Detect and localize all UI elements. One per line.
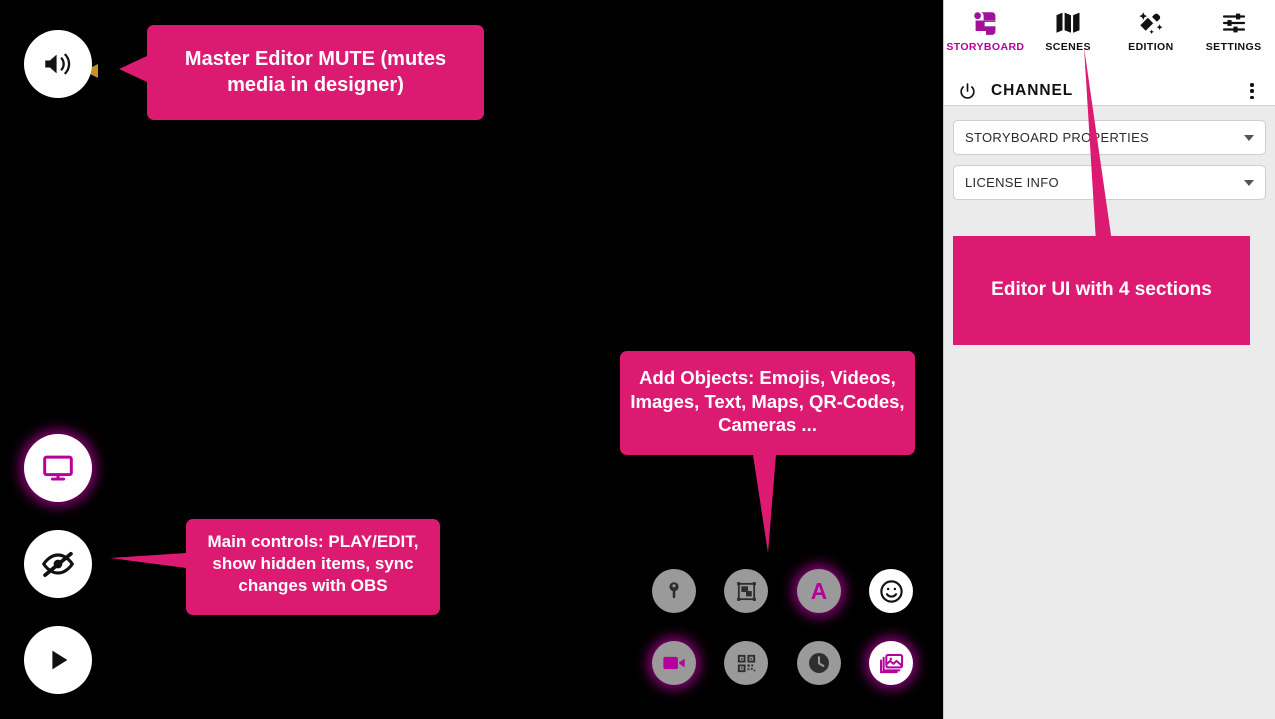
- callout-add-objects: Add Objects: Emojis, Videos, Images, Tex…: [620, 351, 915, 553]
- magic-pencil-icon: [1137, 8, 1164, 38]
- power-icon[interactable]: [958, 82, 977, 101]
- speaker-icon: [41, 47, 75, 81]
- svg-text:A: A: [811, 578, 827, 604]
- clock-icon: [806, 650, 832, 676]
- callout-editor-ui-tail: [1084, 47, 1112, 242]
- qr-code-icon: [735, 652, 758, 675]
- display-preview-button[interactable]: [24, 434, 92, 502]
- tab-settings[interactable]: SETTINGS: [1192, 8, 1275, 53]
- text-a-icon: A: [806, 578, 832, 604]
- play-button[interactable]: [24, 626, 92, 694]
- callout-add-objects-text: Add Objects: Emojis, Videos, Images, Tex…: [630, 367, 905, 436]
- images-icon: [878, 650, 905, 677]
- emoji-icon: [878, 578, 905, 605]
- add-image-button[interactable]: [869, 641, 913, 685]
- tab-edition-label: EDITION: [1128, 41, 1174, 53]
- add-clock-button[interactable]: [797, 641, 841, 685]
- callout-main-controls: Main controls: PLAY/EDIT, show hidden it…: [110, 519, 440, 615]
- designer-canvas[interactable]: A Master Editor MUTE (mutes media in des…: [0, 0, 943, 719]
- monitor-icon: [41, 451, 75, 485]
- tab-storyboard-label: STORYBOARD: [946, 41, 1025, 53]
- eye-off-icon: [40, 546, 76, 582]
- shapes-icon: [735, 580, 758, 603]
- chevron-down-icon: [1244, 179, 1254, 186]
- add-emoji-button[interactable]: [869, 569, 913, 613]
- add-shape-button[interactable]: [724, 569, 768, 613]
- map-folded-icon: [1054, 8, 1082, 38]
- callout-editor-ui: Editor UI with 4 sections: [953, 236, 1250, 345]
- callout-master-mute-text: Master Editor MUTE (mutes media in desig…: [184, 48, 447, 96]
- callout-tail: [752, 455, 776, 553]
- add-map-button[interactable]: [652, 569, 696, 613]
- show-hidden-button[interactable]: [24, 530, 92, 598]
- map-pin-icon: [663, 580, 685, 602]
- add-qr-button[interactable]: [724, 641, 768, 685]
- scroll-icon: [970, 8, 1000, 38]
- add-text-button[interactable]: A: [797, 569, 841, 613]
- master-mute-button[interactable]: [24, 30, 92, 98]
- video-camera-icon: [661, 650, 687, 676]
- callout-tail: [119, 56, 147, 82]
- chevron-down-icon: [1244, 134, 1254, 141]
- kebab-menu-icon[interactable]: [1243, 81, 1261, 101]
- add-video-button[interactable]: [652, 641, 696, 685]
- sliders-icon: [1220, 8, 1248, 38]
- tab-settings-label: SETTINGS: [1205, 41, 1262, 53]
- tab-storyboard[interactable]: STORYBOARD: [944, 8, 1027, 53]
- callout-master-mute: Master Editor MUTE (mutes media in desig…: [119, 25, 484, 120]
- callout-editor-ui-text: Editor UI with 4 sections: [991, 279, 1212, 301]
- callout-main-controls-text: Main controls: PLAY/EDIT, show hidden it…: [207, 532, 419, 595]
- play-icon: [43, 645, 73, 675]
- callout-tail: [110, 553, 186, 568]
